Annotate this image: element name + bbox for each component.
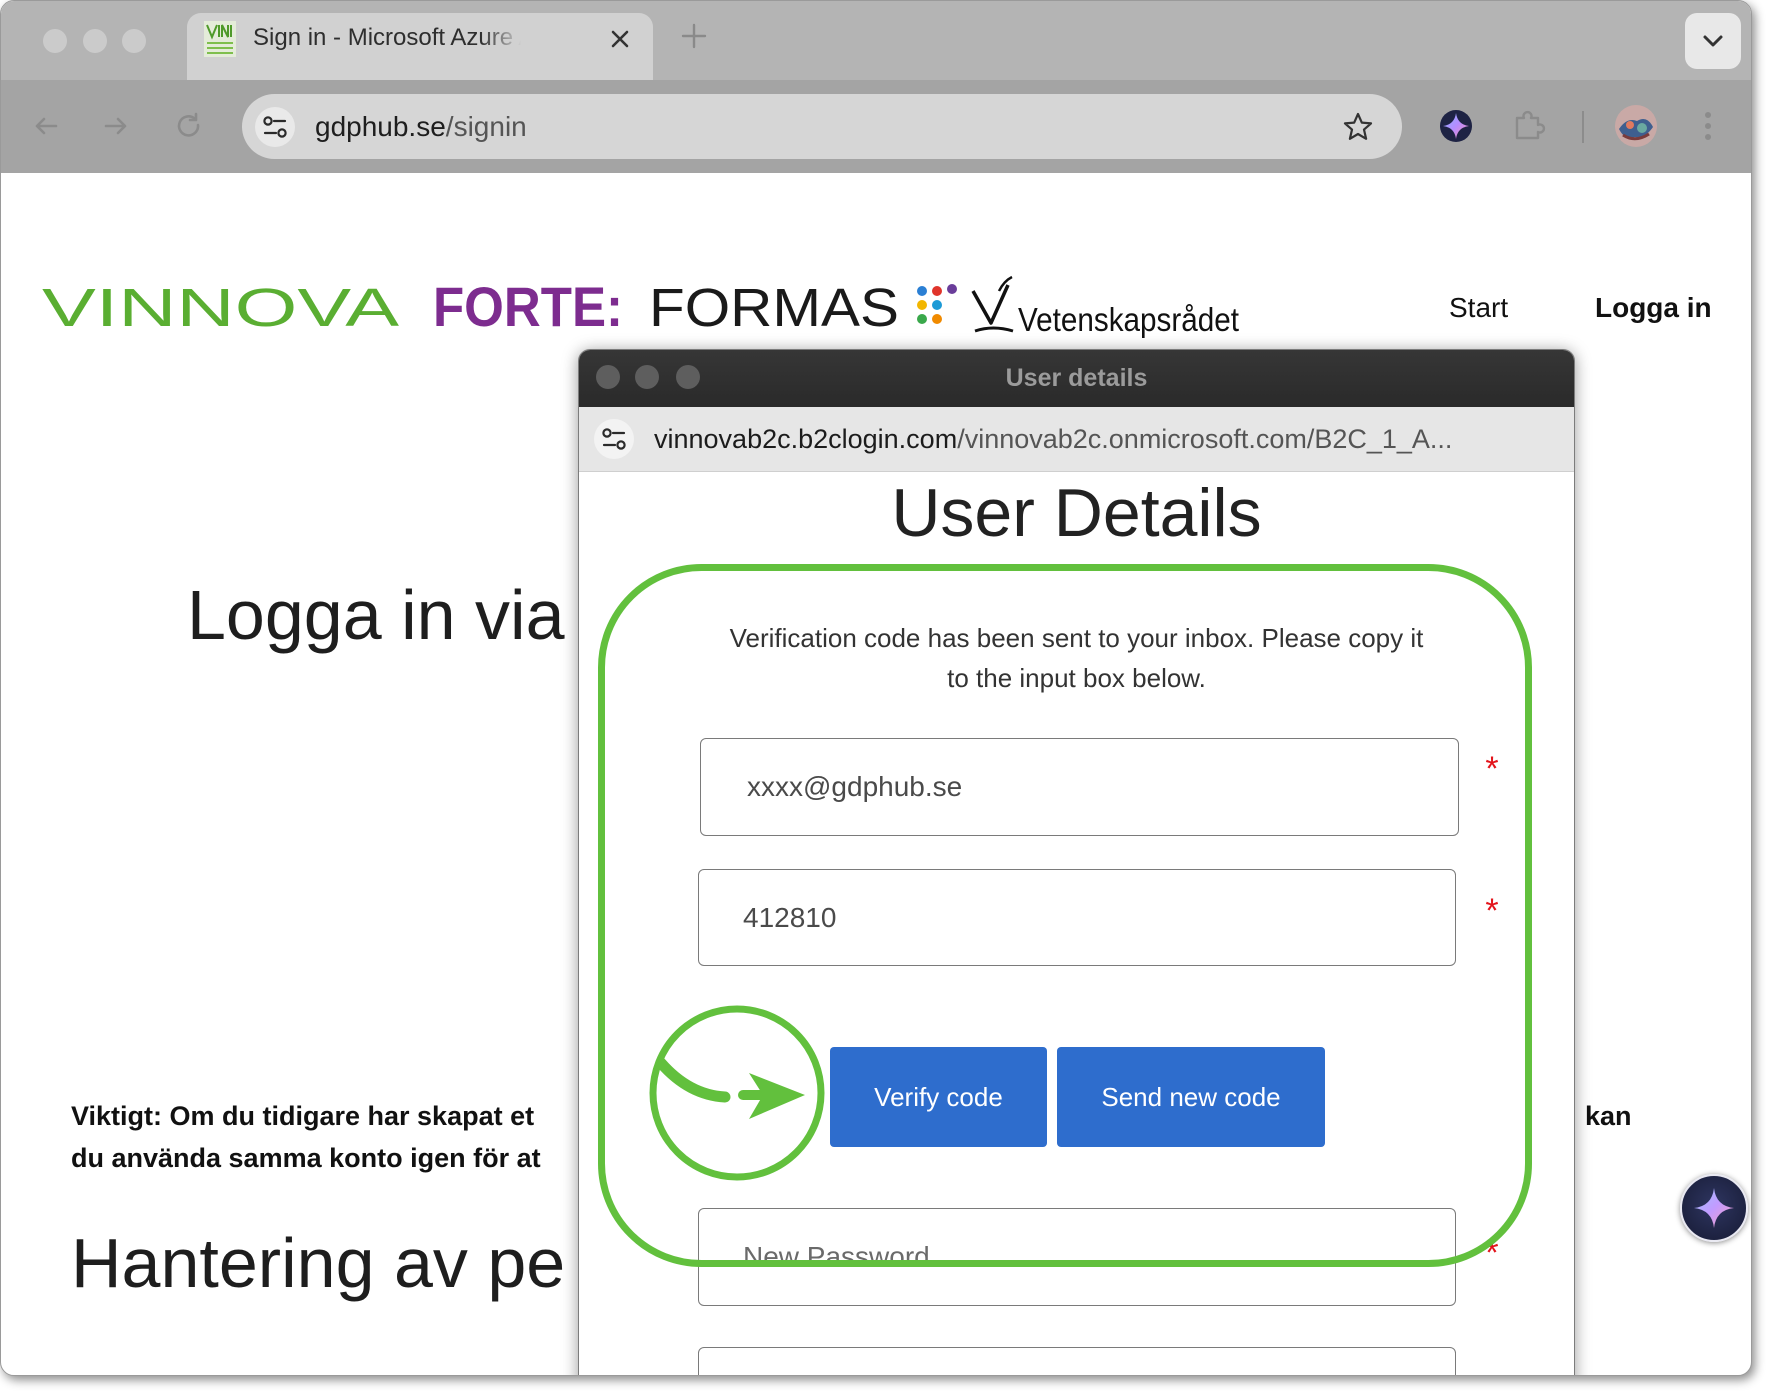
partner-logos: VINNOVA FORTE: FORMAS Vetenskapsrådet — [42, 275, 1239, 338]
formas-dots-icon — [917, 284, 957, 324]
verification-message-line-1: Verification code has been sent to your … — [729, 623, 1424, 653]
vinnova-logo[interactable]: VINNOVA — [42, 278, 399, 338]
window-minimize-light[interactable] — [83, 29, 107, 53]
forward-arrow-icon[interactable] — [101, 111, 131, 141]
verify-code-button[interactable]: Verify code — [830, 1047, 1047, 1147]
verification-message: Verification code has been sent to your … — [579, 618, 1574, 698]
tab-sign-in[interactable]: Sign in - Microsoft Azure API — [187, 13, 653, 80]
popup-heading: User Details — [891, 475, 1262, 551]
address-path: /signin — [445, 111, 527, 142]
tab-title: Sign in - Microsoft Azure API — [253, 24, 521, 51]
window-zoom-light[interactable] — [122, 29, 146, 53]
vr-logo-text[interactable]: Vetenskapsrådet — [1018, 301, 1239, 338]
notice-line-1-end: kan — [1585, 1101, 1632, 1131]
browser-toolbar: gdphub.se/signin — [1, 80, 1751, 173]
popup-address-text[interactable]: vinnovab2c.b2clogin.com/vinnovab2c.onmic… — [654, 407, 1554, 471]
forte-logo[interactable]: FORTE: — [433, 275, 623, 338]
section-heading: Hantering av pe — [71, 1224, 566, 1302]
required-marker: * — [1485, 750, 1499, 788]
window-close-light[interactable] — [43, 29, 67, 53]
email-field[interactable] — [700, 738, 1459, 836]
confirm-password-field[interactable] — [698, 1347, 1456, 1375]
important-notice: Viktigt: Om du tidigare har skapat et du… — [71, 1095, 541, 1179]
required-marker: * — [1485, 892, 1499, 930]
back-arrow-icon[interactable] — [31, 111, 61, 141]
nav-start[interactable]: Start — [1449, 289, 1508, 327]
tab-search-button[interactable] — [1685, 13, 1741, 69]
formas-logo[interactable]: FORMAS — [649, 278, 899, 338]
reload-icon[interactable] — [174, 111, 204, 141]
popup-window-title: User details — [1005, 364, 1148, 392]
address-domain: gdphub.se — [315, 111, 446, 142]
site-info-icon[interactable] — [593, 418, 635, 460]
nav-login[interactable]: Logga in — [1595, 289, 1712, 327]
chevron-down-icon — [1703, 35, 1723, 47]
verification-code-field[interactable] — [698, 869, 1456, 966]
browser-window: Sign in - Microsoft Azure API — [0, 0, 1752, 1376]
address-text[interactable]: gdphub.se/signin — [315, 94, 527, 159]
toolbar-separator — [1582, 111, 1584, 143]
required-marker: * — [1485, 1234, 1499, 1272]
popup-title-bar: User details — [579, 350, 1574, 407]
more-menu-icon[interactable] — [1687, 105, 1729, 147]
new-password-field[interactable] — [698, 1208, 1456, 1306]
vr-mark-icon — [971, 275, 1014, 333]
site-info-icon[interactable] — [254, 106, 296, 148]
user-details-popup: User details vinnovab2c.b2clogin.com/vin… — [578, 349, 1575, 1375]
gemini-floating-button[interactable] — [1680, 1174, 1748, 1242]
close-icon[interactable] — [607, 26, 633, 52]
notice-line-2: du använda samma konto igen för at — [71, 1143, 541, 1173]
tab-strip: Sign in - Microsoft Azure API — [1, 1, 1751, 80]
page-title: Logga in via — [187, 576, 565, 654]
extensions-puzzle-icon[interactable] — [1508, 105, 1550, 147]
notice-line-1: Viktigt: Om du tidigare har skapat et — [71, 1101, 535, 1131]
gemini-sparkle-icon — [1694, 1188, 1734, 1228]
send-new-code-button[interactable]: Send new code — [1057, 1047, 1325, 1147]
profile-avatar[interactable] — [1613, 103, 1659, 149]
address-bar[interactable]: gdphub.se/signin — [242, 94, 1402, 159]
popup-address-domain: vinnovab2c.b2clogin.com — [654, 424, 958, 454]
gemini-icon[interactable] — [1435, 105, 1477, 147]
vinnova-favicon-icon — [204, 21, 236, 57]
popup-address-path: /vinnovab2c.onmicrosoft.com/B2C_1_A... — [957, 424, 1453, 454]
bookmark-star-icon[interactable] — [1342, 111, 1374, 143]
verification-message-line-2: to the input box below. — [947, 663, 1206, 693]
popup-address-bar: vinnovab2c.b2clogin.com/vinnovab2c.onmic… — [579, 407, 1574, 472]
plus-icon[interactable] — [679, 21, 709, 51]
